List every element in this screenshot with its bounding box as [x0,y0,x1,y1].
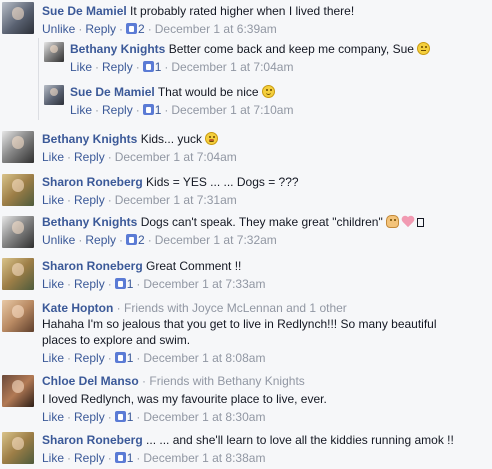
like-link[interactable]: Like [70,60,92,74]
like-thumb-icon [126,234,138,245]
friends-context: · Friends with Bethany Knights [142,374,305,388]
comment-author[interactable]: Chloe Del Manso [42,374,139,388]
comment-timestamp[interactable]: December 1 at 8:08am [143,351,265,365]
comment-author[interactable]: Sue De Mamiel [70,85,155,99]
comment: Kate Hopton · Friends with Joyce McLenna… [0,297,492,367]
comment-author[interactable]: Kate Hopton [42,301,113,315]
comment-author[interactable]: Bethany Knights [42,132,137,146]
comment-text: Kids... yuck [140,132,203,146]
person-emoji-icon [386,215,400,228]
profile-avatar[interactable] [2,2,34,34]
like-link[interactable]: Like [42,410,64,424]
unlike-link[interactable]: Unlike [42,22,75,36]
like-thumb-icon [114,278,126,289]
profile-avatar[interactable] [2,432,34,464]
comment: Sue De Mamiel It probably rated higher w… [0,0,492,38]
reply-link[interactable]: Reply [74,351,105,365]
like-count[interactable]: 1 [127,277,134,291]
comment-timestamp[interactable]: December 1 at 7:04am [171,60,293,74]
expressionless-emoji-icon [417,42,431,55]
comment-text: Hahaha I'm so jealous that you get to li… [42,317,437,347]
reply-comment: Bethany Knights Better come back and kee… [0,40,492,80]
comment-author[interactable]: Sharon Roneberg [42,259,143,273]
like-link[interactable]: Like [70,103,92,117]
comment-text: That would be nice [157,85,259,99]
comment-text: I loved Redlynch, was my favourite place… [42,392,327,406]
profile-avatar[interactable] [44,85,64,105]
reply-link[interactable]: Reply [74,150,105,164]
like-thumb-icon [114,452,126,463]
smile-emoji-icon [261,85,275,98]
comment: Bethany Knights Kids... yuck Like · Reply ·… [0,128,492,168]
reply-link[interactable]: Reply [74,451,105,465]
comment-timestamp[interactable]: December 1 at 7:31am [115,193,237,207]
unlike-link[interactable]: Unlike [42,233,75,247]
like-thumb-icon [142,61,154,72]
grimace-emoji-icon [205,132,219,145]
like-count[interactable]: 1 [127,351,134,365]
like-thumb-icon [126,23,138,34]
reply-link[interactable]: Reply [74,193,105,207]
profile-avatar[interactable] [2,216,34,248]
comment-text: Dogs can't speak. They make great "child… [140,215,383,229]
comment: Sharon Roneberg Great Comment !! Like · Re… [0,255,492,295]
comment-author[interactable]: Sharon Roneberg [42,433,143,447]
reply-link[interactable]: Reply [102,60,133,74]
comment-timestamp[interactable]: December 1 at 7:33am [143,277,265,291]
comment-author[interactable]: Sue De Mamiel [42,4,127,18]
comment: Chloe Del Manso · Friends with Bethany K… [0,372,492,427]
profile-avatar[interactable] [2,300,34,332]
like-count[interactable]: 2 [138,233,145,247]
comment-timestamp[interactable]: December 1 at 8:30am [143,410,265,424]
profile-avatar[interactable] [44,42,64,62]
comment-timestamp[interactable]: December 1 at 7:10am [171,103,293,117]
comment-text: ... ... and she'll learn to love all the… [146,433,454,447]
like-count[interactable]: 2 [138,22,145,36]
like-link[interactable]: Like [42,150,64,164]
reply-link[interactable]: Reply [85,22,116,36]
comment: Sharon Roneberg Kids = YES ... ... Dogs … [0,171,492,211]
comment-text: It probably rated higher when I lived th… [130,4,355,18]
like-thumb-icon [142,104,154,115]
like-count[interactable]: 1 [127,451,134,465]
friends-context: · Friends with Joyce McLennan and 1 othe… [116,301,347,315]
comment-timestamp[interactable]: December 1 at 6:39am [155,22,277,36]
profile-avatar[interactable] [2,174,34,206]
comment-author[interactable]: Sharon Roneberg [42,175,143,189]
reply-comment: Sue De Mamiel That would be nice Like · Re… [0,81,492,121]
reply-link[interactable]: Reply [102,103,133,117]
reply-link[interactable]: Reply [74,277,105,291]
like-count[interactable]: 1 [155,60,162,74]
heart-icon [401,216,415,228]
comment-text: Kids = YES ... ... Dogs = ??? [146,175,299,189]
comment-timestamp[interactable]: December 1 at 7:32am [155,233,277,247]
comment: Sharon Roneberg ... ... and she'll learn… [0,429,492,469]
like-link[interactable]: Like [42,193,64,207]
like-thumb-icon [114,352,126,363]
profile-avatar[interactable] [2,375,34,407]
reply-link[interactable]: Reply [85,233,116,247]
unknown-glyph-icon [417,218,425,227]
like-thumb-icon [114,411,126,422]
like-link[interactable]: Like [42,451,64,465]
comment-text: Great Comment !! [146,259,242,273]
comment-author[interactable]: Bethany Knights [42,215,137,229]
like-link[interactable]: Like [42,277,64,291]
like-link[interactable]: Like [42,351,64,365]
like-count[interactable]: 1 [155,103,162,117]
comment-timestamp[interactable]: December 1 at 7:04am [115,150,237,164]
like-count[interactable]: 1 [127,410,134,424]
comment-author[interactable]: Bethany Knights [70,42,165,56]
reply-link[interactable]: Reply [74,410,105,424]
comment: Bethany Knights Dogs can't speak. They m… [0,213,492,253]
profile-avatar[interactable] [2,131,34,163]
profile-avatar[interactable] [2,258,34,290]
comment-text: Better come back and keep me company, Su… [168,42,414,56]
comment-timestamp[interactable]: December 1 at 8:38am [143,451,265,465]
